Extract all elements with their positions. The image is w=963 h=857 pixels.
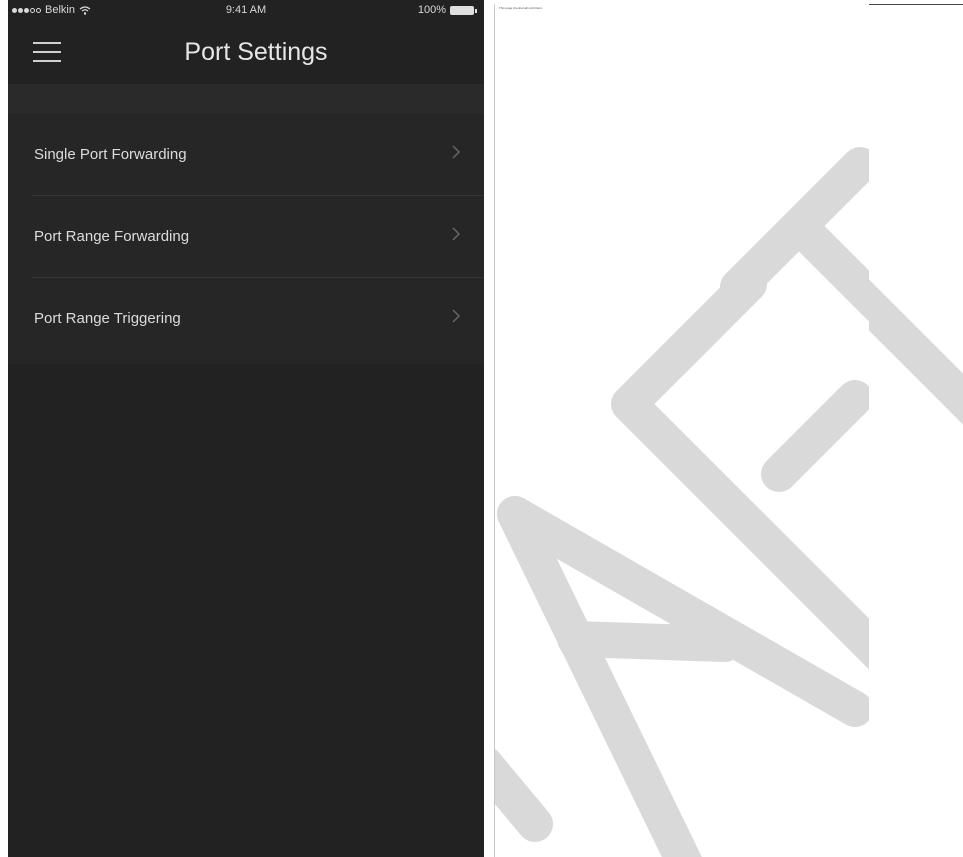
status-time: 9:41 AM	[225, 4, 267, 16]
list-item-label: Port Range Triggering	[34, 310, 181, 327]
list-item-label: Port Range Forwarding	[34, 228, 190, 245]
nav-bar: Port Settings	[8, 22, 484, 84]
document-page: This page intentionally left blank.	[494, 4, 869, 857]
chevron-right-icon	[452, 145, 460, 159]
port-settings-list: Single Port Forwarding Port Range Forwar…	[8, 114, 484, 364]
draft-watermark	[495, 147, 869, 857]
list-item-label: Single Port Forwarding	[34, 146, 187, 163]
page-title: Port Settings	[184, 38, 328, 66]
section-spacer	[8, 84, 484, 114]
status-bar: Belkin 9:41 AM 100%	[8, 0, 484, 22]
chevron-right-icon	[452, 227, 460, 241]
battery-percent: 100%	[417, 4, 446, 16]
list-item-port-range-triggering[interactable]: Port Range Triggering	[8, 278, 484, 360]
status-battery: 100%	[417, 4, 477, 16]
battery-icon	[450, 5, 477, 15]
watermark-overflow	[869, 279, 963, 425]
list-item-single-port-forwarding[interactable]: Single Port Forwarding	[8, 114, 484, 196]
phone-screen: Belkin 9:41 AM 100% Port Settings Single…	[8, 0, 484, 857]
page: Belkin 9:41 AM 100% Port Settings Single…	[0, 0, 963, 857]
list-item-port-range-forwarding[interactable]: Port Range Forwarding	[8, 196, 484, 278]
chevron-right-icon	[452, 309, 460, 323]
